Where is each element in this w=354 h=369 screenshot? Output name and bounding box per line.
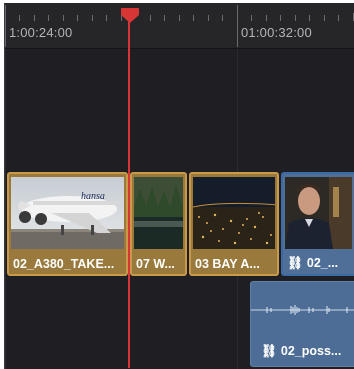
clip-thumbnail-forest [134,177,183,249]
timecode-label-left: 1:00:24:00 [9,25,73,40]
video-clip-bay-area[interactable]: 03 BAY A... [189,172,279,276]
clip-label: ⛓ 02_poss... [261,344,342,358]
video-clip-waterfall[interactable]: 07 W... [130,172,187,276]
svg-text:hansa: hansa [81,191,105,202]
timecode-label-right: 01:00:32:00 [241,25,312,40]
timecode-ruler[interactable]: 1:00:24:00 01:00:32:00 [5,3,354,49]
clip-label: 03 BAY A... [195,257,260,271]
grid-line [5,49,6,369]
clip-thumbnail-airplane: hansa [11,177,124,249]
clip-label: 07 W... [136,257,175,271]
clip-label: 02_A380_TAKE... [13,257,115,271]
video-clip-a380[interactable]: hansa 02_A380_TAKE... [7,172,128,276]
playhead-line[interactable] [128,16,130,368]
link-icon: ⛓ [261,344,277,358]
audio-waveform [251,305,354,315]
video-clip-interview[interactable]: ⛓ 02_... [281,172,354,276]
clip-label: ⛓ 02_... [287,256,339,270]
link-icon: ⛓ [287,256,303,270]
clip-thumbnail-person [285,177,352,249]
playhead-handle[interactable] [120,8,140,24]
clip-thumbnail-city-night [193,177,275,249]
audio-clip[interactable]: ⛓ 02_poss... [250,281,354,367]
